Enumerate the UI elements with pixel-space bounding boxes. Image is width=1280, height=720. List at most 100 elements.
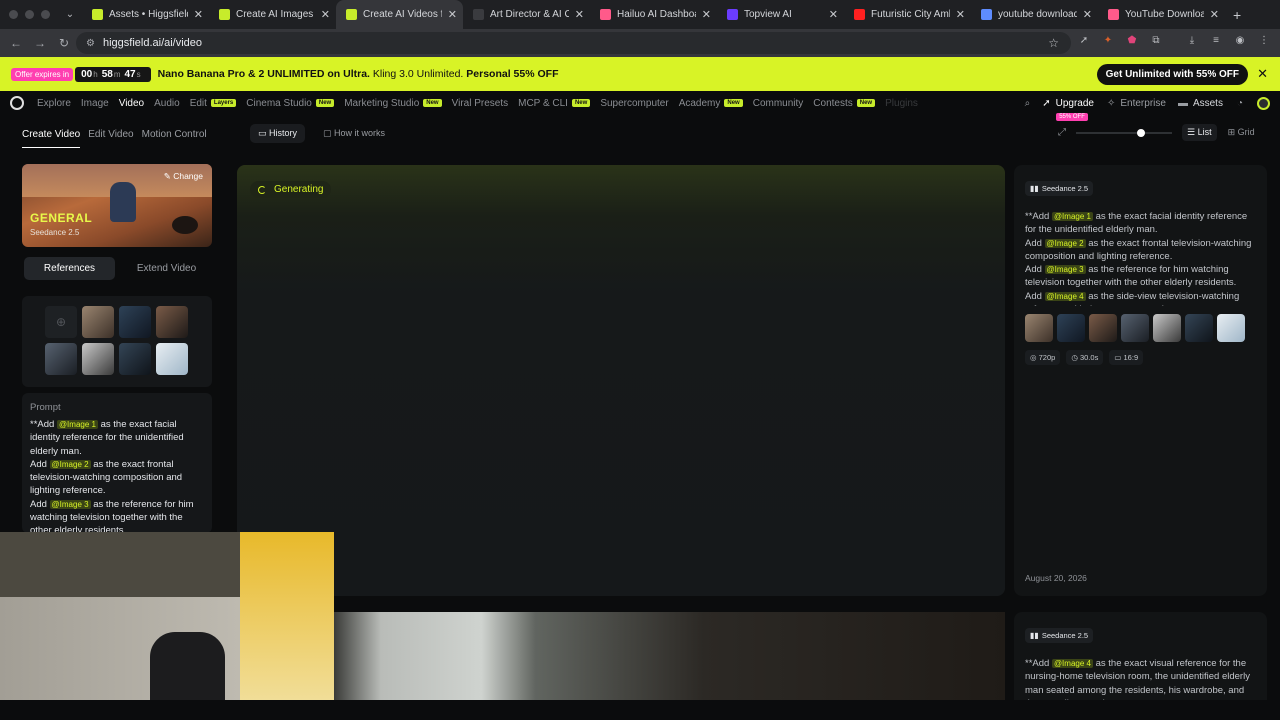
tab-favicon-icon	[854, 9, 865, 20]
close-tab-icon[interactable]: ✕	[702, 8, 711, 21]
generating-video-card[interactable]	[237, 165, 1005, 596]
webcam-overlay[interactable]	[0, 532, 334, 720]
reference-thumb-1[interactable]	[82, 306, 114, 338]
reference-thumb-5[interactable]	[82, 343, 114, 375]
close-tab-icon[interactable]: ✕	[1083, 8, 1092, 21]
extension-rocket-icon[interactable]: ➚	[1078, 35, 1090, 47]
browser-tab[interactable]: Topview AI ✕	[717, 0, 844, 29]
nav-item-label: Academy	[678, 97, 721, 109]
search-icon[interactable]: ⌕	[1025, 98, 1031, 109]
tab-how-it-works[interactable]: ▢ How it works	[315, 124, 393, 143]
upgrade-button[interactable]: ➚ Upgrade 55% OFF	[1042, 98, 1094, 121]
detail-prompt-text[interactable]: **Add @Image 1 as the exact facial ident…	[1025, 210, 1256, 306]
assets-link[interactable]: Assets	[1193, 98, 1223, 109]
nav-item[interactable]: Contests New	[813, 98, 876, 109]
new-tab-icon[interactable]: +	[1233, 7, 1241, 23]
detail-thumb-3[interactable]	[1089, 314, 1117, 342]
nav-item[interactable]: Viral Presets	[452, 98, 509, 109]
tab-extend-video[interactable]: Extend Video	[121, 256, 212, 281]
reference-thumb-3[interactable]	[156, 306, 188, 338]
tab-motion-control[interactable]: Motion Control	[142, 129, 207, 148]
tab-create-video[interactable]: Create Video	[22, 129, 81, 148]
prompt-text[interactable]: **Add @Image 1 as the exact facial ident…	[30, 418, 204, 533]
detail-thumb-1[interactable]	[1025, 314, 1053, 342]
nav-item[interactable]: Image	[81, 98, 109, 109]
close-tab-icon[interactable]: ✕	[321, 8, 330, 21]
change-model-button[interactable]: ✎ Change	[164, 171, 203, 182]
close-tab-icon[interactable]: ✕	[194, 8, 203, 21]
nav-item[interactable]: Video	[119, 98, 144, 109]
detail-thumb-5[interactable]	[1153, 314, 1181, 342]
minimize-window-icon[interactable]	[25, 10, 34, 19]
tab-history[interactable]: ▭ History	[250, 124, 306, 143]
back-icon[interactable]: ←	[4, 36, 28, 50]
enterprise-link[interactable]: Enterprise	[1120, 98, 1166, 109]
model-card[interactable]: ✎ Change GENERAL Seedance 2.5	[22, 164, 212, 247]
close-tab-icon[interactable]: ✕	[829, 8, 838, 21]
get-unlimited-button[interactable]: Get Unlimited with 55% OFF	[1096, 64, 1248, 85]
nav-item[interactable]: MCP & CLI New	[518, 98, 591, 109]
zoom-slider[interactable]	[1076, 129, 1172, 137]
close-tab-icon[interactable]: ✕	[448, 8, 457, 21]
reference-thumb-6[interactable]	[119, 343, 151, 375]
profile-icon[interactable]: ◉	[1234, 35, 1246, 47]
add-reference-button[interactable]: ⊕	[45, 306, 77, 338]
reference-thumb-4[interactable]	[45, 343, 77, 375]
bell-icon[interactable]: ◔	[1237, 98, 1243, 109]
browser-tab[interactable]: Futuristic City Ambience ✕	[844, 0, 971, 29]
nav-item[interactable]: Academy New	[679, 98, 743, 109]
zoom-slider-knob[interactable]	[1137, 129, 1146, 137]
forward-icon[interactable]: →	[28, 36, 52, 50]
browser-tab[interactable]: youtube download online ✕	[971, 0, 1098, 29]
nav-item[interactable]: Audio	[154, 98, 180, 109]
close-window-icon[interactable]	[9, 10, 18, 19]
detail-thumb-6[interactable]	[1185, 314, 1213, 342]
image-mention: @Image 4	[1051, 659, 1093, 668]
bookmark-star-icon[interactable]: ☆	[1048, 36, 1059, 50]
nav-item[interactable]: Supercomputer	[600, 98, 668, 109]
reading-list-icon[interactable]: ≡	[1210, 35, 1222, 47]
nav-item[interactable]: Marketing Studio New	[344, 98, 442, 109]
reference-thumb-2[interactable]	[119, 306, 151, 338]
browser-tab[interactable]: Create AI Videos from Text ✕	[336, 0, 463, 29]
extension-fox-icon[interactable]: ✦	[1102, 35, 1114, 47]
close-tab-icon[interactable]: ✕	[956, 8, 965, 21]
close-promo-icon[interactable]: ✕	[1257, 66, 1268, 82]
prompt-panel[interactable]: Prompt **Add @Image 1 as the exact facia…	[22, 393, 212, 533]
browser-tab[interactable]: YouTube Downloader ✕	[1098, 0, 1225, 29]
nav-item[interactable]: Community	[753, 98, 804, 109]
tab-references[interactable]: References	[24, 257, 115, 280]
browser-tab[interactable]: Assets • Higgsfield ✕	[82, 0, 209, 29]
site-info-icon[interactable]: ⚙	[86, 38, 95, 49]
tab-search-icon[interactable]: ⌄	[62, 9, 78, 20]
extension-shield-icon[interactable]: ⬟	[1126, 35, 1138, 47]
browser-tab[interactable]: Art Director & AI Creative ✕	[463, 0, 590, 29]
expand-icon[interactable]: ⤢	[1058, 127, 1066, 138]
tab-edit-video[interactable]: Edit Video	[88, 129, 133, 148]
video-result-card[interactable]	[334, 612, 1005, 700]
grid-view-button[interactable]: ⊞ Grid	[1223, 124, 1260, 141]
nav-item[interactable]: Plugins	[885, 98, 918, 109]
download-icon[interactable]: ⤓	[1186, 35, 1198, 47]
reference-thumb-7[interactable]	[156, 343, 188, 375]
menu-kebab-icon[interactable]: ⋮	[1258, 35, 1270, 47]
detail-thumb-4[interactable]	[1121, 314, 1149, 342]
nav-item[interactable]: Edit Layers	[190, 98, 237, 109]
close-tab-icon[interactable]: ✕	[575, 8, 584, 21]
reload-icon[interactable]: ↻	[52, 36, 76, 50]
url-field[interactable]: ⚙ higgsfield.ai/ai/video ☆	[76, 32, 1071, 54]
zoom-window-icon[interactable]	[41, 10, 50, 19]
browser-tab[interactable]: Create AI Images from Text ✕	[209, 0, 336, 29]
resolution-icon: ◎	[1030, 353, 1037, 362]
nav-item[interactable]: Explore	[37, 98, 71, 109]
list-view-button[interactable]: ☰ List	[1182, 124, 1217, 141]
higgsfield-logo-icon[interactable]	[10, 96, 24, 110]
extensions-puzzle-icon[interactable]: ⧉	[1150, 35, 1162, 47]
nav-item[interactable]: Cinema Studio New	[246, 98, 335, 109]
detail-prompt-text[interactable]: **Add @Image 4 as the exact visual refer…	[1025, 657, 1256, 700]
close-tab-icon[interactable]: ✕	[1210, 8, 1219, 21]
avatar[interactable]	[1257, 96, 1270, 110]
detail-thumb-2[interactable]	[1057, 314, 1085, 342]
detail-thumb-7[interactable]	[1217, 314, 1245, 342]
browser-tab[interactable]: Hailuo AI Dashboard ✕	[590, 0, 717, 29]
